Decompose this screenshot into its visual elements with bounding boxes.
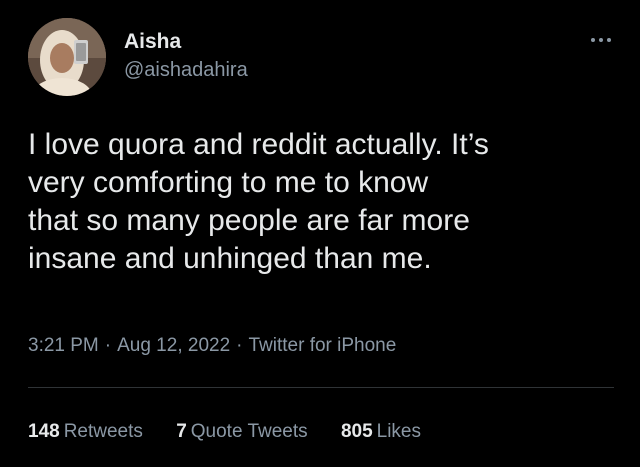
tweet-date[interactable]: Aug 12, 2022 — [117, 335, 230, 356]
likes-label: Likes — [376, 421, 421, 442]
tweet-text: I love quora and reddit actually. It’s v… — [28, 128, 489, 275]
quote-tweets-stat[interactable]: 7 Quote Tweets — [176, 420, 307, 444]
divider — [28, 387, 614, 388]
tweet-stats: 148 Retweets 7 Quote Tweets 805 Likes — [28, 420, 449, 444]
tweet-metadata: 3:21 PM · Aug 12, 2022 · Twitter for iPhone — [28, 334, 396, 358]
retweets-label: Retweets — [63, 421, 143, 442]
quote-tweets-count: 7 — [176, 421, 187, 442]
tweet-source[interactable]: Twitter for iPhone — [248, 335, 396, 356]
separator: · — [104, 335, 112, 356]
tweet-card: Aisha @aishadahira I love quora and redd… — [0, 0, 640, 467]
likes-stat[interactable]: 805 Likes — [341, 420, 421, 444]
tweet-header: Aisha @aishadahira — [28, 18, 620, 98]
tweet-time[interactable]: 3:21 PM — [28, 335, 99, 356]
likes-count: 805 — [340, 421, 373, 442]
retweets-stat[interactable]: 148 Retweets — [28, 420, 143, 444]
avatar[interactable] — [28, 18, 106, 96]
user-handle[interactable]: @aishadahira — [124, 58, 248, 82]
retweets-count: 148 — [28, 421, 60, 442]
separator: · — [236, 335, 243, 356]
avatar-image — [28, 18, 106, 96]
more-options-icon[interactable] — [590, 32, 612, 42]
author-names: Aisha @aishadahira — [124, 30, 248, 82]
display-name[interactable]: Aisha — [124, 30, 248, 54]
quote-tweets-label: Quote Tweets — [190, 421, 308, 442]
